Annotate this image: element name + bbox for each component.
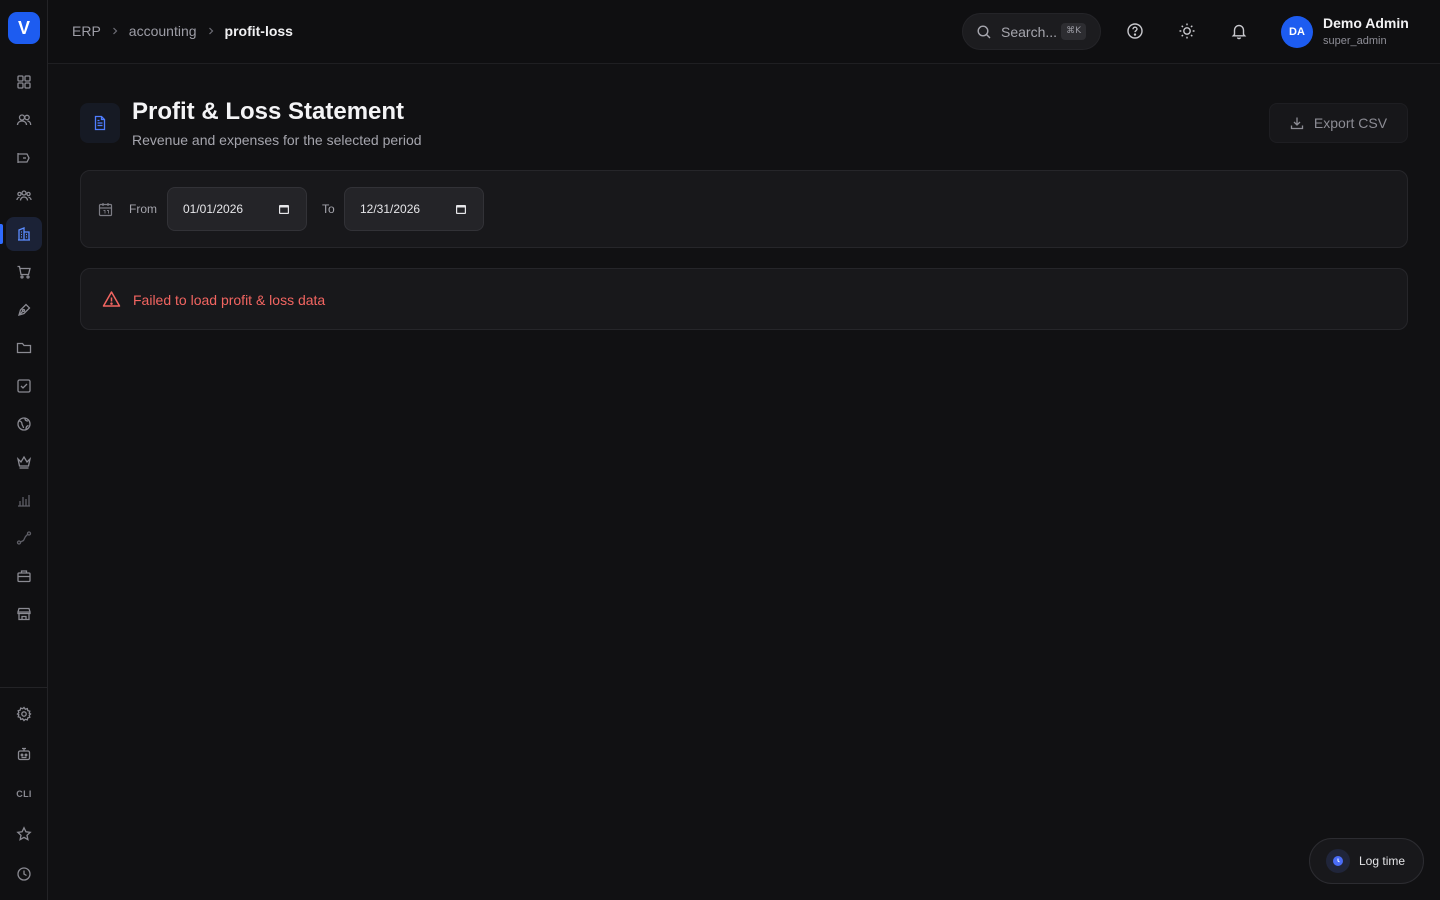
breadcrumb-profit-loss: profit-loss: [224, 23, 293, 39]
sun-theme-icon[interactable]: [1178, 22, 1196, 40]
search-placeholder: Search...: [1001, 23, 1058, 40]
bot-icon: [17, 747, 31, 761]
search-button[interactable]: Search... ⌘K: [962, 13, 1101, 50]
bell-notification-icon[interactable]: [1230, 22, 1248, 40]
log-time-button[interactable]: Log time: [1309, 838, 1424, 884]
sidebar-item-files[interactable]: [6, 331, 42, 365]
sidebar-item-accounting[interactable]: [6, 217, 42, 251]
sidebar-item-team[interactable]: [6, 179, 42, 213]
store-icon: [17, 607, 31, 621]
users-icon: [16, 114, 32, 126]
user-role: super_admin: [1323, 35, 1387, 47]
breadcrumb-erp[interactable]: ERP: [72, 23, 101, 39]
chevron-right-icon: [112, 27, 118, 35]
page-subtitle: Revenue and expenses for the selected pe…: [132, 132, 422, 148]
warning-triangle-icon: [102, 291, 121, 307]
sidebar-item-reports[interactable]: [6, 483, 42, 517]
active-indicator: [0, 224, 3, 244]
accounting-building-icon: [18, 227, 30, 241]
page-title: Profit & Loss Statement: [132, 98, 405, 125]
error-alert: Failed to load profit & loss data: [80, 268, 1408, 330]
crown-icon: [16, 455, 32, 469]
user-name[interactable]: Demo Admin: [1323, 15, 1409, 31]
checkbox-icon: [17, 379, 31, 393]
calendar-picker-icon[interactable]: [278, 203, 290, 215]
bar-chart-icon: [18, 495, 30, 507]
error-message: Failed to load profit & loss data: [133, 292, 326, 308]
sidebar-item-design[interactable]: [6, 293, 42, 327]
chevron-right-icon: [208, 27, 213, 35]
calendar-icon: [98, 203, 113, 217]
sidebar-item-favorites[interactable]: [6, 817, 42, 851]
megaphone-icon: [17, 153, 30, 163]
sidebar-item-store[interactable]: [6, 597, 42, 631]
globe-icon: [17, 417, 31, 431]
sidebar-item-contacts[interactable]: [6, 103, 42, 137]
export-csv-button[interactable]: Export CSV: [1269, 103, 1408, 143]
pen-tool-icon: [18, 303, 31, 316]
log-time-badge: [1326, 849, 1350, 873]
sidebar-item-dashboard[interactable]: [6, 65, 42, 99]
date-filter-card: From 01/01/2026 To 12/31/2026: [80, 170, 1408, 248]
cli-label: CLI: [16, 789, 32, 799]
sidebar-item-marketing[interactable]: [6, 141, 42, 175]
breadcrumb: ERP accounting profit-loss: [72, 23, 293, 39]
to-label: To: [322, 202, 335, 216]
sidebar-divider: [0, 687, 47, 688]
clock-icon: [17, 867, 31, 881]
star-icon: [16, 826, 32, 841]
sidebar-item-web[interactable]: [6, 407, 42, 441]
search-shortcut-badge: ⌘K: [1061, 23, 1086, 40]
dashboard-grid-icon: [17, 75, 31, 89]
route-icon: [16, 531, 32, 545]
calendar-picker-icon[interactable]: [455, 203, 467, 215]
help-circle-icon[interactable]: [1126, 22, 1144, 40]
sidebar-item-cli[interactable]: CLI: [6, 777, 42, 811]
from-date-value: 01/01/2026: [183, 202, 244, 216]
app-logo[interactable]: V: [8, 12, 40, 44]
to-date-value: 12/31/2026: [360, 202, 421, 216]
sidebar: V CLI: [0, 0, 48, 900]
briefcase-icon: [17, 570, 31, 583]
log-time-label: Log time: [1359, 854, 1406, 868]
from-label: From: [129, 202, 157, 216]
search-icon: [977, 24, 991, 38]
sidebar-item-sales[interactable]: [6, 255, 42, 289]
settings-gear-icon: [16, 706, 32, 722]
download-icon: [1290, 117, 1304, 130]
from-date-input[interactable]: 01/01/2026: [167, 187, 307, 231]
user-avatar[interactable]: DA: [1281, 16, 1313, 48]
breadcrumb-accounting[interactable]: accounting: [129, 23, 197, 39]
folder-icon: [16, 342, 32, 354]
sidebar-item-assistant[interactable]: [6, 737, 42, 771]
top-bar: ERP accounting profit-loss Search... ⌘K …: [48, 0, 1440, 64]
timer-icon: [1333, 856, 1343, 866]
sidebar-item-jobs[interactable]: [6, 559, 42, 593]
team-icon: [16, 190, 32, 201]
document-icon: [94, 115, 106, 131]
sidebar-item-tasks[interactable]: [6, 369, 42, 403]
sidebar-item-routes[interactable]: [6, 521, 42, 555]
page-icon: [80, 103, 120, 143]
sidebar-item-history[interactable]: [6, 857, 42, 891]
export-csv-label: Export CSV: [1313, 115, 1388, 131]
to-date-input[interactable]: 12/31/2026: [344, 187, 484, 231]
sidebar-item-settings[interactable]: [6, 697, 42, 731]
shopping-cart-icon: [17, 265, 31, 279]
sidebar-item-premium[interactable]: [6, 445, 42, 479]
